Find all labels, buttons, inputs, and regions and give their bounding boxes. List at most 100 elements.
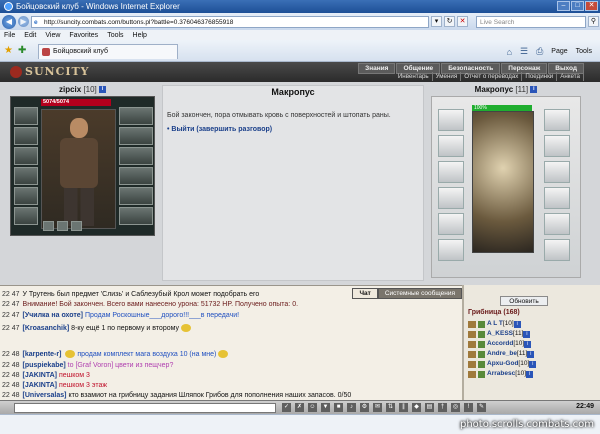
armor-slot[interactable]: [14, 167, 38, 185]
user-info-icon[interactable]: i: [524, 340, 532, 348]
nav-fights[interactable]: Поединки: [522, 72, 558, 81]
opponent-name[interactable]: Макропус: [475, 85, 514, 94]
tab-chat[interactable]: Чат: [352, 288, 378, 299]
bracers-slot[interactable]: [119, 207, 153, 225]
nav-skills[interactable]: Умения: [433, 72, 462, 81]
chat-icon[interactable]: ✎: [477, 403, 486, 412]
home-icon[interactable]: ⌂: [507, 47, 512, 57]
opponent-slot[interactable]: [544, 213, 570, 235]
feeds-icon[interactable]: ☰: [520, 46, 528, 57]
helmet-slot[interactable]: [14, 107, 38, 125]
opponent-avatar[interactable]: [472, 111, 534, 253]
opponent-slot[interactable]: [544, 161, 570, 183]
mail-icon[interactable]: ✉: [373, 403, 382, 412]
chat-username[interactable]: [JAKINTA]: [23, 372, 57, 379]
tab-system-messages[interactable]: Системные сообщения: [377, 288, 462, 299]
page-menu[interactable]: Page: [551, 48, 567, 55]
save-icon[interactable]: ■: [334, 403, 343, 412]
address-dropdown-icon[interactable]: ▾: [431, 16, 442, 27]
menu-tools[interactable]: Tools: [107, 32, 123, 39]
gloves-slot[interactable]: [119, 127, 153, 145]
weapon-slot[interactable]: [14, 147, 38, 165]
user-info-icon[interactable]: i: [526, 370, 534, 378]
boots-slot[interactable]: [119, 187, 153, 205]
book-icon[interactable]: ▤: [425, 403, 434, 412]
player-avatar[interactable]: [41, 109, 116, 229]
url-field[interactable]: http://suncity.combats.com/buttons.pl?ba…: [31, 15, 429, 28]
nav-transfers[interactable]: Отчет о переводах: [461, 72, 523, 81]
earrings-slot[interactable]: [119, 107, 153, 125]
opponent-slot[interactable]: [438, 161, 464, 183]
refresh-users-button[interactable]: Обновить: [500, 296, 548, 306]
user-item[interactable]: Apxu-God [10] i: [468, 359, 596, 369]
opponent-slot[interactable]: [438, 213, 464, 235]
chat-username[interactable]: [Училка на охоте]: [23, 312, 83, 319]
search-icon[interactable]: ⚲: [588, 16, 599, 27]
leggings-slot[interactable]: [119, 167, 153, 185]
search-input[interactable]: Live Search: [476, 15, 586, 28]
chat-username[interactable]: [karpente-r]: [23, 351, 62, 358]
send-icon[interactable]: ✓: [282, 403, 291, 412]
player-info-icon[interactable]: i: [99, 86, 107, 94]
scroll-icon[interactable]: ⇅: [386, 403, 395, 412]
maximize-button[interactable]: □: [571, 1, 584, 11]
menu-edit[interactable]: Edit: [24, 32, 36, 39]
exit-dialog-link[interactable]: • Выйти (завершить разговор): [167, 126, 419, 133]
chat-username[interactable]: [Kroasanchik]: [23, 325, 70, 332]
user-item[interactable]: A_KESS [11] i: [468, 329, 596, 339]
clear-icon[interactable]: ✗: [295, 403, 304, 412]
opponent-slot[interactable]: [438, 187, 464, 209]
chat-username[interactable]: [puspiekabe]: [23, 362, 66, 369]
nav-knowledge[interactable]: Знания: [358, 63, 396, 74]
chat-username[interactable]: [Universalas]: [23, 392, 67, 399]
pause-icon[interactable]: ∥: [399, 403, 408, 412]
ring-slot[interactable]: [71, 221, 82, 231]
smiles-icon[interactable]: ☺: [308, 403, 317, 412]
chat-username[interactable]: [JAKINTA]: [23, 382, 57, 389]
chat-input[interactable]: [14, 403, 276, 413]
user-info-icon[interactable]: i: [527, 350, 535, 358]
nav-profile[interactable]: Анкета: [557, 72, 584, 81]
tools-menu[interactable]: Tools: [576, 48, 592, 55]
menu-file[interactable]: File: [4, 32, 15, 39]
settings-icon[interactable]: ⚙: [360, 403, 369, 412]
opponent-slot[interactable]: [544, 187, 570, 209]
print-icon[interactable]: ⎙: [536, 46, 543, 57]
forward-button[interactable]: ▶: [18, 16, 29, 27]
speaker-icon[interactable]: ♪: [347, 403, 356, 412]
nav-inventory[interactable]: Инвентарь: [395, 72, 433, 81]
refresh-icon[interactable]: ↻: [444, 16, 455, 27]
ring-slot[interactable]: [57, 221, 68, 231]
ring-slot[interactable]: [43, 221, 54, 231]
user-item[interactable]: Arrabesc [10] i: [468, 369, 596, 379]
stop-icon[interactable]: ✕: [457, 16, 468, 27]
user-item[interactable]: Accordd [10] i: [468, 339, 596, 349]
sword-icon[interactable]: †: [438, 403, 447, 412]
filter-icon[interactable]: ▼: [321, 403, 330, 412]
map-icon[interactable]: ◎: [451, 403, 460, 412]
back-button[interactable]: ◀: [2, 14, 16, 29]
menu-view[interactable]: View: [45, 32, 60, 39]
opponent-slot[interactable]: [438, 109, 464, 131]
opponent-slot[interactable]: [544, 109, 570, 131]
belt-slot[interactable]: [14, 187, 38, 205]
add-favorites-icon[interactable]: ✚: [18, 45, 26, 56]
minimize-button[interactable]: –: [557, 1, 570, 11]
bag-icon[interactable]: ◆: [412, 403, 421, 412]
opponent-slot[interactable]: [544, 239, 570, 261]
favorites-star-icon[interactable]: ★: [4, 45, 13, 56]
close-window-button[interactable]: ✕: [585, 1, 598, 11]
amulet-slot[interactable]: [14, 127, 38, 145]
opponent-slot[interactable]: [438, 135, 464, 157]
user-info-icon[interactable]: i: [513, 320, 521, 328]
browser-tab[interactable]: Бойцовский клуб: [38, 44, 178, 59]
shield-slot[interactable]: [119, 147, 153, 165]
user-item[interactable]: Andre_be [11] i: [468, 349, 596, 359]
pocket-slot[interactable]: [14, 207, 38, 225]
player-name[interactable]: zipcix: [59, 85, 81, 94]
user-info-icon[interactable]: i: [529, 360, 537, 368]
menu-help[interactable]: Help: [133, 32, 147, 39]
opponent-info-icon[interactable]: i: [530, 86, 538, 94]
user-info-icon[interactable]: i: [523, 330, 531, 338]
user-item[interactable]: A L T [10] i: [468, 319, 596, 329]
